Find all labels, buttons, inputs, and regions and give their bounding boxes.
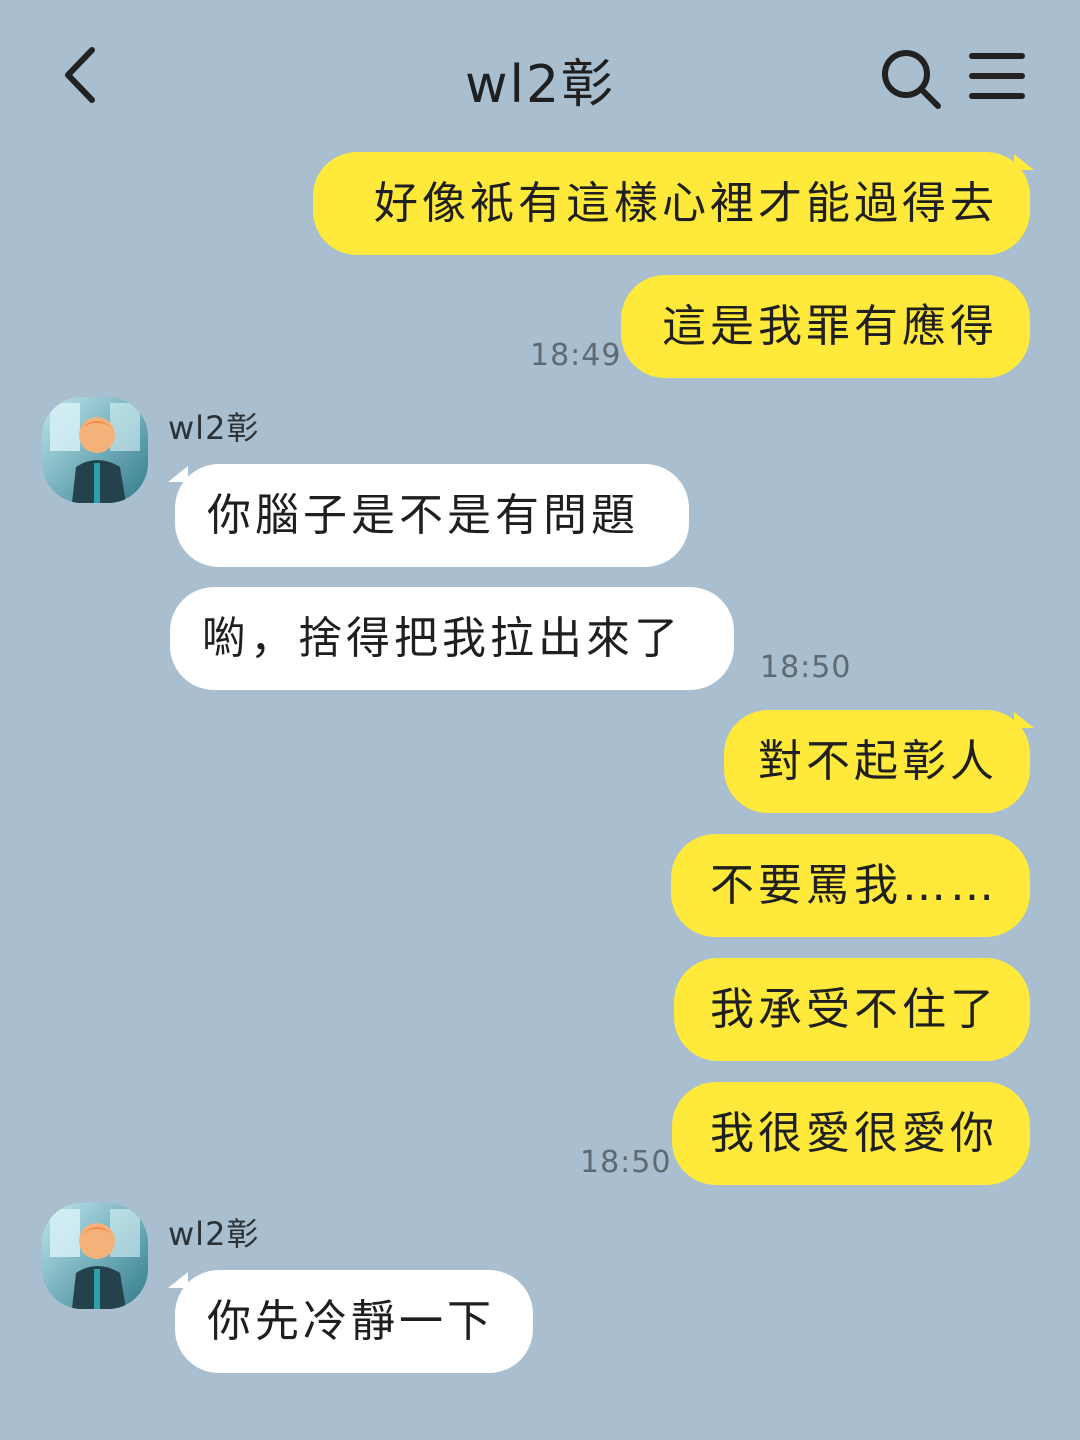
outgoing-message-bubble[interactable]: 不要罵我……: [671, 834, 1030, 937]
menu-button[interactable]: [962, 44, 1032, 108]
search-icon: [882, 50, 941, 109]
chat-title: wl2彰: [464, 55, 616, 115]
incoming-message-bubble[interactable]: 你先冷靜一下: [175, 1270, 533, 1373]
contact-avatar[interactable]: [42, 1203, 148, 1309]
bubble-tail: [1014, 712, 1034, 728]
sender-name: wl2彰: [168, 409, 260, 447]
message-timestamp: 18:50: [760, 650, 852, 685]
outgoing-message-bubble[interactable]: 我承受不住了: [674, 958, 1030, 1061]
avatar-image: [42, 1203, 148, 1309]
back-button[interactable]: [48, 40, 118, 110]
outgoing-message-bubble[interactable]: 對不起彰人: [724, 710, 1030, 813]
outgoing-message-bubble[interactable]: 我很愛很愛你: [672, 1082, 1030, 1185]
outgoing-message-bubble[interactable]: 這是我罪有應得: [621, 275, 1030, 378]
bubble-tail: [168, 466, 188, 482]
bubble-tail: [168, 1272, 188, 1288]
incoming-message-bubble[interactable]: 喲，捨得把我拉出來了: [170, 587, 734, 690]
chevron-left-icon: [65, 47, 95, 103]
contact-avatar[interactable]: [42, 397, 148, 503]
outgoing-message-bubble[interactable]: 好像衹有這樣心裡才能過得去: [313, 152, 1030, 255]
avatar-image: [42, 397, 148, 503]
search-button[interactable]: [874, 42, 946, 114]
message-timestamp: 18:50: [580, 1145, 672, 1180]
chat-header: wl2彰: [0, 0, 1080, 150]
incoming-message-bubble[interactable]: 你腦子是不是有問題: [175, 464, 689, 567]
sender-name: wl2彰: [168, 1215, 260, 1253]
message-timestamp: 18:49: [530, 338, 622, 373]
hamburger-menu-icon: [969, 53, 1025, 99]
bubble-tail: [1014, 154, 1034, 170]
